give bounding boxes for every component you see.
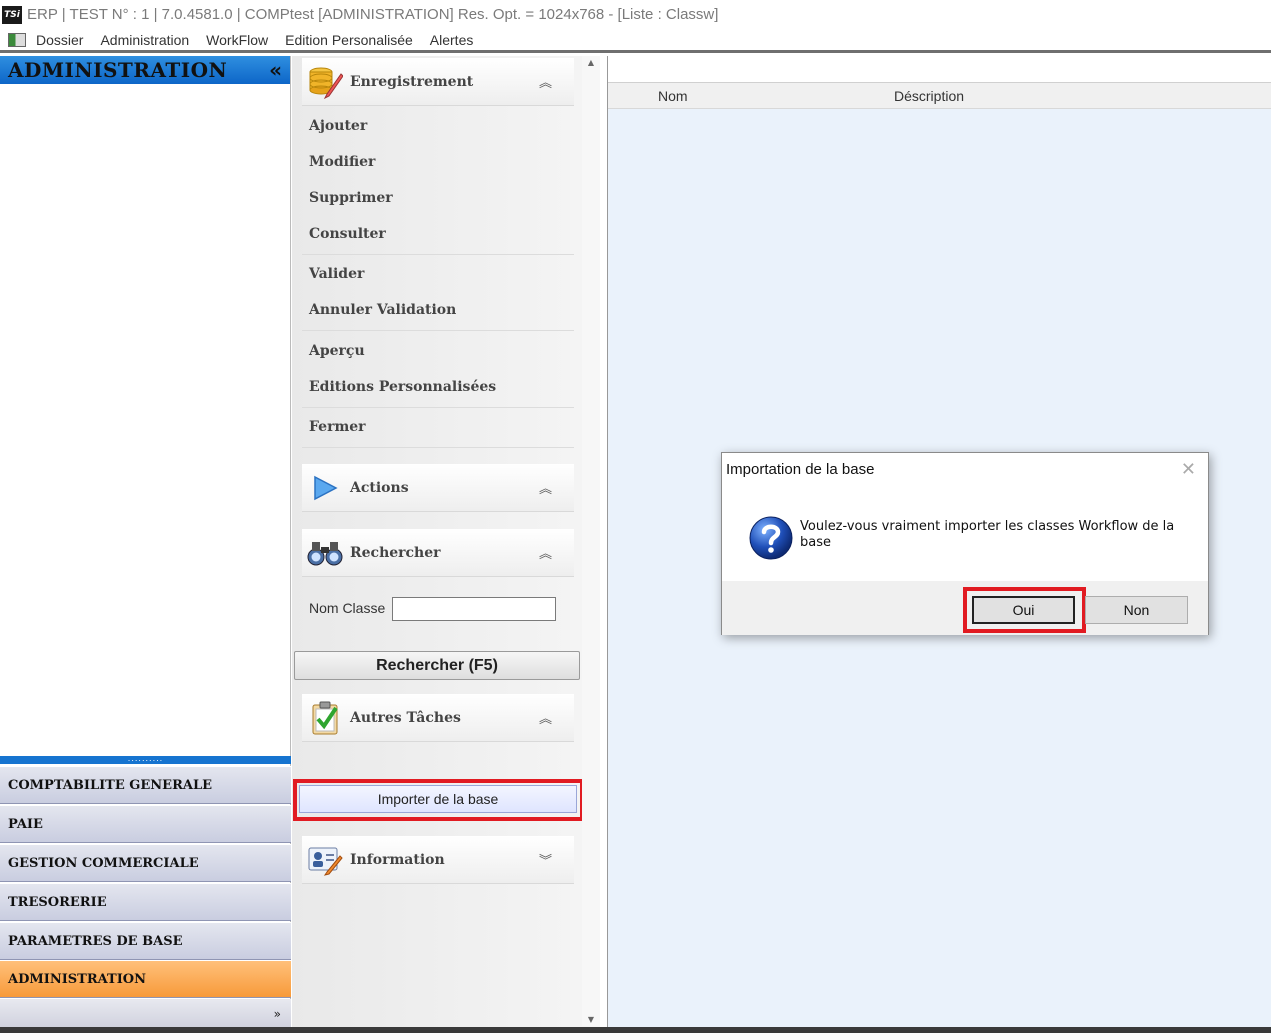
title-bar: TSi ERP | TEST N° : 1 | 7.0.4581.0 | COM… [0, 0, 1271, 29]
menu-administration[interactable]: Administration [100, 32, 189, 48]
module-gestion-commerciale[interactable]: GESTION COMMERCIALE [0, 844, 291, 882]
import-confirmation-dialog: Importation de la base ✕ Voulez-vous vra… [721, 452, 1209, 635]
group-information[interactable]: Information ︾ [302, 836, 574, 884]
module-paie[interactable]: PAIE [0, 805, 291, 843]
module-tresorerie[interactable]: TRESORERIE [0, 883, 291, 921]
separator [302, 407, 574, 408]
user-card-pencil-icon [306, 841, 344, 879]
menu-alertes[interactable]: Alertes [430, 32, 474, 48]
task-consulter[interactable]: Consulter [309, 226, 386, 242]
clipboard-check-icon [306, 699, 344, 737]
sidebar-title: ADMINISTRATION [8, 58, 228, 82]
question-mark-icon [748, 515, 794, 561]
scroll-up-arrow-icon[interactable]: ▲ [582, 58, 600, 67]
task-panel-scrollbar[interactable]: ▲ ▼ [582, 56, 600, 1026]
window-menu-icon[interactable] [8, 32, 26, 47]
group-rechercher[interactable]: Rechercher ︽ [302, 529, 574, 577]
separator [302, 447, 574, 448]
rechercher-button[interactable]: Rechercher (F5) [294, 651, 580, 680]
module-administration[interactable]: ADMINISTRATION [0, 960, 291, 998]
navigation-sidebar: ADMINISTRATION « .......... COMPTABILITE… [0, 56, 291, 1033]
task-modifier[interactable]: Modifier [309, 154, 375, 170]
separator [302, 330, 574, 331]
database-pencil-icon [306, 63, 344, 101]
collapse-sidebar-icon[interactable]: « [269, 58, 282, 82]
collapse-chevron-icon[interactable]: ︽ [539, 543, 552, 562]
dialog-title: Importation de la base [726, 461, 875, 478]
task-valider[interactable]: Valider [309, 266, 364, 282]
importer-de-la-base-button[interactable]: Importer de la base [299, 785, 577, 813]
app-logo: TSi [2, 5, 22, 24]
group-actions[interactable]: Actions ︽ [302, 464, 574, 512]
play-triangle-icon [306, 469, 344, 507]
module-parametres-de-base[interactable]: PARAMETRES DE BASE [0, 922, 291, 960]
expand-chevron-icon[interactable]: ︾ [539, 850, 552, 869]
binoculars-icon [306, 534, 344, 572]
taskbar-edge [0, 1027, 1271, 1033]
task-supprimer[interactable]: Supprimer [309, 190, 393, 206]
dialog-message: Voulez-vous vraiment importer les classe… [800, 519, 1175, 550]
collapse-chevron-icon[interactable]: ︽ [539, 72, 552, 91]
collapse-chevron-icon[interactable]: ︽ [539, 478, 552, 497]
separator [302, 254, 574, 255]
scroll-down-arrow-icon[interactable]: ▼ [582, 1015, 600, 1024]
close-icon[interactable]: ✕ [1181, 459, 1196, 480]
group-title-autres-taches: Autres Tâches [350, 709, 461, 726]
column-header-description[interactable]: Déscription [894, 88, 964, 104]
collapse-chevron-icon[interactable]: ︽ [539, 708, 552, 727]
module-comptabilite-generale[interactable]: COMPTABILITE GENERALE [0, 766, 291, 804]
group-title-information: Information [350, 851, 445, 868]
nom-classe-input[interactable] [392, 597, 556, 621]
task-apercu[interactable]: Aperçu [309, 343, 365, 359]
task-editions-personnalisees[interactable]: Editions Personnalisées [309, 379, 496, 395]
group-title-actions: Actions [350, 479, 409, 496]
sidebar-header: ADMINISTRATION « [0, 56, 290, 84]
menu-edition-personalisee[interactable]: Edition Personalisée [285, 32, 413, 48]
window-title: ERP | TEST N° : 1 | 7.0.4581.0 | COMPtes… [27, 6, 719, 23]
task-panel: Enregistrement ︽ Ajouter Modifier Suppri… [292, 56, 600, 1033]
non-button[interactable]: Non [1085, 596, 1188, 624]
list-header: Nom Déscription [608, 83, 1271, 109]
task-fermer[interactable]: Fermer [309, 419, 366, 435]
menu-workflow[interactable]: WorkFlow [206, 32, 268, 48]
task-ajouter[interactable]: Ajouter [309, 118, 367, 134]
menu-dossier[interactable]: Dossier [36, 32, 83, 48]
list-toolbar [608, 56, 1271, 83]
task-annuler-validation[interactable]: Annuler Validation [309, 302, 456, 318]
more-modules-icon[interactable]: » [0, 999, 291, 1029]
column-header-nom[interactable]: Nom [658, 88, 688, 104]
group-title-rechercher: Rechercher [350, 544, 441, 561]
sidebar-splitter-handle[interactable]: .......... [0, 755, 291, 764]
group-enregistrement[interactable]: Enregistrement ︽ [302, 58, 574, 106]
oui-button[interactable]: Oui [972, 596, 1075, 624]
group-title-enregistrement: Enregistrement [350, 73, 474, 90]
search-label: Nom Classe [309, 600, 386, 616]
menu-bar: Dossier Administration WorkFlow Edition … [0, 29, 1271, 53]
group-autres-taches[interactable]: Autres Tâches ︽ [302, 694, 574, 742]
